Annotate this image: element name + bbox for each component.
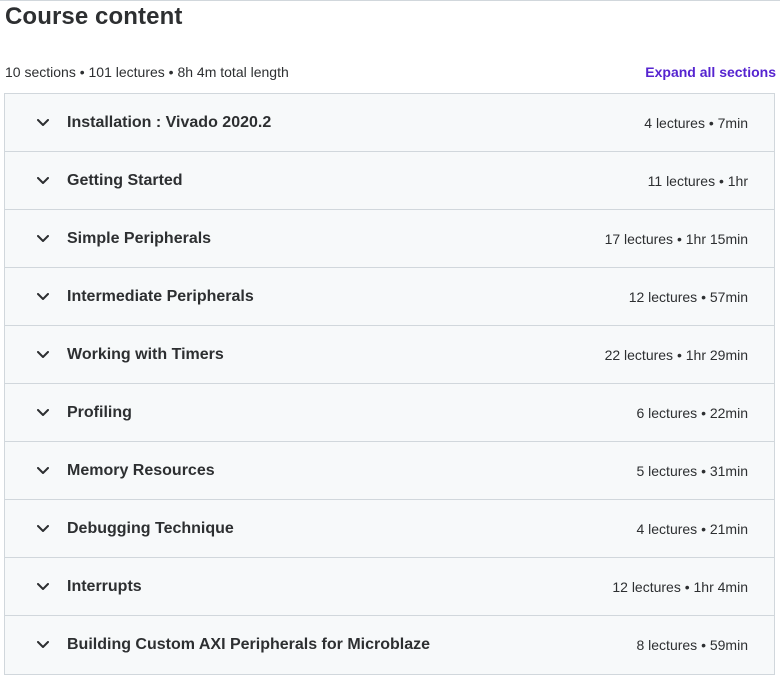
section-row[interactable]: Simple Peripherals 17 lectures • 1hr 15m… <box>5 210 774 268</box>
section-meta: 11 lectures • 1hr <box>647 172 748 189</box>
section-row[interactable]: Building Custom AXI Peripherals for Micr… <box>5 616 774 674</box>
chevron-down-icon <box>36 580 50 594</box>
section-meta: 12 lectures • 57min <box>628 288 748 305</box>
section-row[interactable]: Profiling 6 lectures • 22min <box>5 384 774 442</box>
expand-all-sections-button[interactable]: Expand all sections <box>645 64 776 80</box>
chevron-down-icon <box>36 348 50 362</box>
section-row[interactable]: Debugging Technique 4 lectures • 21min <box>5 500 774 558</box>
chevron-down-icon <box>36 464 50 478</box>
section-meta: 22 lectures • 1hr 29min <box>604 346 748 363</box>
section-title: Installation : Vivado 2020.2 <box>67 113 272 131</box>
section-title: Getting Started <box>67 171 183 189</box>
section-title: Interrupts <box>67 577 142 595</box>
section-meta: 6 lectures • 22min <box>636 404 748 421</box>
course-content-panel: Course content 10 sections • 101 lecture… <box>0 0 780 681</box>
section-row[interactable]: Getting Started 11 lectures • 1hr <box>5 152 774 210</box>
section-row[interactable]: Working with Timers 22 lectures • 1hr 29… <box>5 326 774 384</box>
sections-accordion: Installation : Vivado 2020.2 4 lectures … <box>4 93 775 675</box>
section-row[interactable]: Interrupts 12 lectures • 1hr 4min <box>5 558 774 616</box>
course-summary-bar: 10 sections • 101 lectures • 8h 4m total… <box>5 60 776 84</box>
chevron-down-icon <box>36 116 50 130</box>
section-row[interactable]: Intermediate Peripherals 12 lectures • 5… <box>5 268 774 326</box>
chevron-down-icon <box>36 406 50 420</box>
section-meta: 8 lectures • 59min <box>636 637 748 653</box>
chevron-down-icon <box>36 638 50 652</box>
section-row[interactable]: Installation : Vivado 2020.2 4 lectures … <box>5 94 774 152</box>
chevron-down-icon <box>36 174 50 188</box>
chevron-down-icon <box>36 290 50 304</box>
section-meta: 17 lectures • 1hr 15min <box>604 230 748 247</box>
section-meta: 12 lectures • 1hr 4min <box>612 578 748 595</box>
section-title: Working with Timers <box>67 345 224 363</box>
section-title: Debugging Technique <box>67 519 234 537</box>
section-title: Memory Resources <box>67 461 215 479</box>
section-meta: 4 lectures • 7min <box>644 114 748 131</box>
section-title: Intermediate Peripherals <box>67 287 254 305</box>
section-title: Simple Peripherals <box>67 229 212 247</box>
section-meta: 4 lectures • 21min <box>636 520 748 537</box>
chevron-down-icon <box>36 522 50 536</box>
section-title: Profiling <box>67 403 132 421</box>
section-row[interactable]: Memory Resources 5 lectures • 31min <box>5 442 774 500</box>
page-title: Course content <box>5 3 183 30</box>
course-summary-text: 10 sections • 101 lectures • 8h 4m total… <box>5 64 289 80</box>
section-meta: 5 lectures • 31min <box>636 462 748 479</box>
section-title: Building Custom AXI Peripherals for Micr… <box>67 636 431 653</box>
chevron-down-icon <box>36 232 50 246</box>
